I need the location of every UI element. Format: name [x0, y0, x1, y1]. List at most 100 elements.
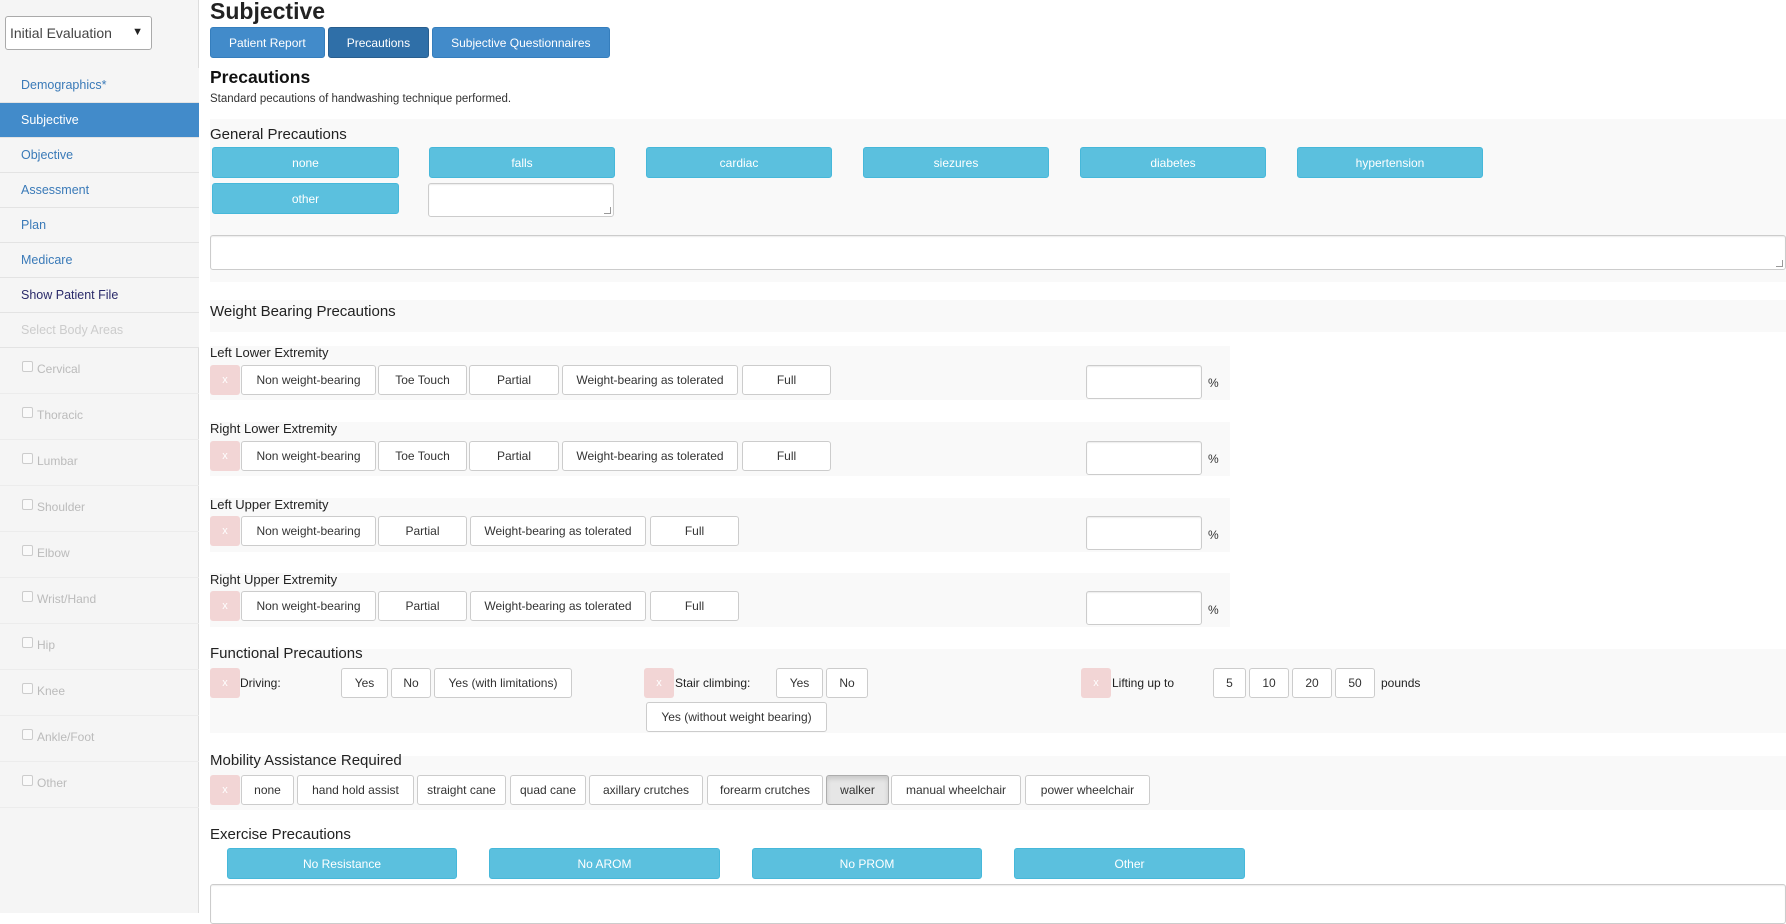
rue-option-full[interactable]: Full	[650, 591, 739, 621]
checkbox[interactable]	[22, 499, 33, 511]
exercise-notes-textarea[interactable]	[210, 884, 1786, 924]
body-area-lumbar[interactable]: Lumbar	[0, 440, 199, 486]
tab-precautions[interactable]: Precautions	[327, 27, 430, 58]
body-area-other[interactable]: Other	[0, 762, 199, 808]
rue-clear-button[interactable]: x	[210, 591, 240, 621]
driving-clear-button[interactable]: x	[210, 668, 240, 698]
rue-percent-input[interactable]	[1086, 591, 1202, 625]
mobility-option-power-wheelchair[interactable]: power wheelchair	[1025, 775, 1150, 805]
rle-option-full[interactable]: Full	[742, 441, 831, 471]
sidebar-item-medicare[interactable]: Medicare	[0, 243, 199, 278]
stairs-clear-button[interactable]: x	[644, 668, 674, 698]
body-area-shoulder[interactable]: Shoulder	[0, 486, 199, 532]
mobility-option-manual-wheelchair[interactable]: manual wheelchair	[891, 775, 1021, 805]
rle-option-non-weight-bearing[interactable]: Non weight-bearing	[241, 441, 376, 471]
rue-option-non-weight-bearing[interactable]: Non weight-bearing	[241, 591, 376, 621]
stairs-option-yes[interactable]: Yes	[776, 668, 823, 698]
body-area-ankle-foot[interactable]: Ankle/Foot	[0, 716, 199, 762]
lle-percent-input[interactable]	[1086, 365, 1202, 399]
lifting-option-10[interactable]: 10	[1249, 668, 1289, 698]
checkbox[interactable]	[22, 729, 33, 741]
body-area-hip[interactable]: Hip	[0, 624, 199, 670]
general-notes-textarea[interactable]	[210, 235, 1786, 270]
mobility-option-none[interactable]: none	[241, 775, 294, 805]
sidebar-item-objective[interactable]: Objective	[0, 138, 199, 173]
checkbox[interactable]	[22, 545, 33, 557]
body-area-wrist-hand[interactable]: Wrist/Hand	[0, 578, 199, 624]
mobility-option-hand-hold-assist[interactable]: hand hold assist	[297, 775, 414, 805]
lle-option-wbat[interactable]: Weight-bearing as tolerated	[562, 365, 738, 395]
tab-subjective-questionnaires[interactable]: Subjective Questionnaires	[432, 27, 610, 58]
stairs-option-yes-without-weight-bearing[interactable]: Yes (without weight bearing)	[646, 702, 827, 732]
general-other-input[interactable]	[428, 183, 614, 217]
rle-option-toe-touch[interactable]: Toe Touch	[378, 441, 467, 471]
checkbox[interactable]	[22, 683, 33, 695]
general-none-button[interactable]: none	[212, 147, 399, 178]
body-area-cervical[interactable]: Cervical	[0, 348, 199, 394]
general-falls-button[interactable]: falls	[429, 147, 615, 178]
sidebar-item-plan[interactable]: Plan	[0, 208, 199, 243]
mobility-option-straight-cane[interactable]: straight cane	[417, 775, 506, 805]
rue-option-wbat[interactable]: Weight-bearing as tolerated	[470, 591, 646, 621]
mobility-option-axillary-crutches[interactable]: axillary crutches	[589, 775, 703, 805]
mobility-option-quad-cane[interactable]: quad cane	[510, 775, 586, 805]
sidebar-item-select-body-areas: Select Body Areas	[0, 313, 199, 348]
mobility-option-walker[interactable]: walker	[826, 775, 889, 805]
lle-option-partial[interactable]: Partial	[469, 365, 559, 395]
lifting-option-20[interactable]: 20	[1292, 668, 1332, 698]
sidebar-item-subjective[interactable]: Subjective	[0, 103, 199, 138]
evaluation-select[interactable]: Initial Evaluation ▼	[5, 16, 152, 50]
body-area-knee[interactable]: Knee	[0, 670, 199, 716]
sidebar-nav: Demographics* Subjective Objective Asses…	[0, 68, 199, 348]
exercise-no-prom-button[interactable]: No PROM	[752, 848, 982, 879]
rue-option-partial[interactable]: Partial	[378, 591, 467, 621]
lue-option-full[interactable]: Full	[650, 516, 739, 546]
driving-option-no[interactable]: No	[391, 668, 431, 698]
rle-option-partial[interactable]: Partial	[469, 441, 559, 471]
lue-clear-button[interactable]: x	[210, 516, 240, 546]
driving-option-yes-with-limitations[interactable]: Yes (with limitations)	[434, 668, 572, 698]
lle-option-full[interactable]: Full	[742, 365, 831, 395]
lue-percent-input[interactable]	[1086, 516, 1202, 550]
lifting-clear-button[interactable]: x	[1081, 668, 1111, 698]
mobility-option-forearm-crutches[interactable]: forearm crutches	[707, 775, 823, 805]
lue-option-wbat[interactable]: Weight-bearing as tolerated	[470, 516, 646, 546]
rle-option-wbat[interactable]: Weight-bearing as tolerated	[562, 441, 738, 471]
body-area-elbow[interactable]: Elbow	[0, 532, 199, 578]
subjective-tabs: Patient Report Precautions Subjective Qu…	[210, 27, 610, 58]
general-seizures-button[interactable]: siezures	[863, 147, 1049, 178]
sidebar-item-demographics[interactable]: Demographics*	[0, 68, 199, 103]
stairs-option-no[interactable]: No	[826, 668, 868, 698]
exercise-other-button[interactable]: Other	[1014, 848, 1245, 879]
lle-option-non-weight-bearing[interactable]: Non weight-bearing	[241, 365, 376, 395]
checkbox[interactable]	[22, 453, 33, 465]
general-diabetes-button[interactable]: diabetes	[1080, 147, 1266, 178]
lifting-option-50[interactable]: 50	[1335, 668, 1375, 698]
general-hypertension-button[interactable]: hypertension	[1297, 147, 1483, 178]
lle-option-toe-touch[interactable]: Toe Touch	[378, 365, 467, 395]
lue-option-non-weight-bearing[interactable]: Non weight-bearing	[241, 516, 376, 546]
lle-percent-unit: %	[1208, 376, 1219, 390]
sidebar-item-assessment[interactable]: Assessment	[0, 173, 199, 208]
exercise-no-resistance-button[interactable]: No Resistance	[227, 848, 457, 879]
general-other-button[interactable]: other	[212, 183, 399, 214]
general-cardiac-button[interactable]: cardiac	[646, 147, 832, 178]
checkbox[interactable]	[22, 775, 33, 787]
body-area-thoracic[interactable]: Thoracic	[0, 394, 199, 440]
lue-option-partial[interactable]: Partial	[378, 516, 467, 546]
driving-option-yes[interactable]: Yes	[341, 668, 388, 698]
checkbox[interactable]	[22, 361, 33, 373]
checkbox[interactable]	[22, 407, 33, 419]
lifting-option-5[interactable]: 5	[1213, 668, 1246, 698]
lle-clear-button[interactable]: x	[210, 365, 240, 395]
mobility-clear-button[interactable]: x	[210, 775, 240, 805]
checkbox[interactable]	[22, 591, 33, 603]
rle-percent-input[interactable]	[1086, 441, 1202, 475]
weight-bearing-header-panel	[210, 300, 1786, 332]
sidebar-item-show-patient-file[interactable]: Show Patient File	[0, 278, 199, 313]
checkbox[interactable]	[22, 637, 33, 649]
exercise-no-arom-button[interactable]: No AROM	[489, 848, 720, 879]
section-description: Standard pecautions of handwashing techn…	[210, 93, 512, 105]
rle-clear-button[interactable]: x	[210, 441, 240, 471]
tab-patient-report[interactable]: Patient Report	[210, 27, 325, 58]
